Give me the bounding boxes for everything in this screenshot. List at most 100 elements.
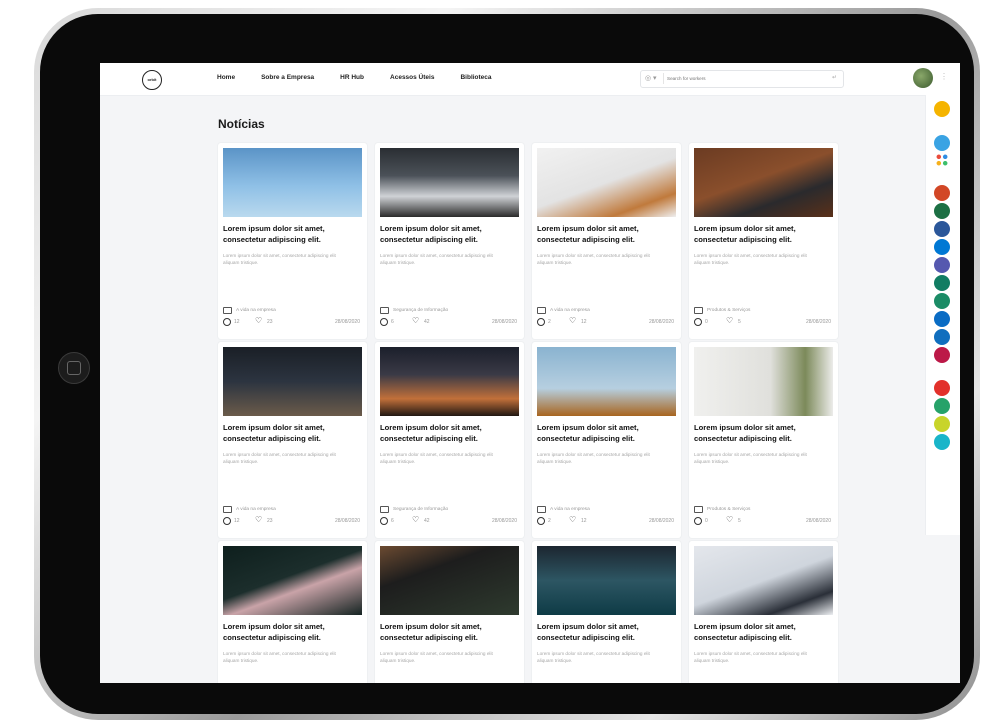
news-card-description: Lorem ipsum dolor sit amet, consectetur … — [694, 452, 807, 465]
laptop-keyboard-glow-photo[interactable] — [537, 546, 676, 615]
tag-icon — [223, 506, 232, 513]
comment-icon[interactable] — [380, 517, 388, 525]
news-card[interactable]: Lorem ipsum dolor sit amet, consectetur … — [375, 143, 524, 339]
news-card-title[interactable]: Lorem ipsum dolor sit amet, consectetur … — [537, 422, 679, 444]
sharepoint-icon[interactable] — [934, 293, 950, 309]
news-card-category[interactable]: Produtos & Serviços — [694, 506, 750, 513]
powerpoint-icon[interactable] — [934, 185, 950, 201]
news-card-title[interactable]: Lorem ipsum dolor sit amet, consectetur … — [694, 223, 836, 245]
news-card[interactable]: Lorem ipsum dolor sit amet, consectetur … — [218, 342, 367, 538]
comment-icon[interactable] — [694, 318, 702, 326]
onenote-exchange-icon[interactable] — [934, 275, 950, 291]
comment-icon[interactable] — [537, 517, 545, 525]
error-dialog-screen-photo[interactable] — [537, 347, 676, 416]
news-card-category[interactable]: A vida na empresa — [537, 506, 590, 513]
imac-desk-photo[interactable] — [380, 148, 519, 217]
nav-acessos-uteis[interactable]: Acessos Úteis — [390, 74, 434, 81]
outlook-icon[interactable] — [934, 239, 950, 255]
news-card[interactable]: Lorem ipsum dolor sit amet, consectetur … — [375, 342, 524, 538]
smile-icon[interactable] — [934, 416, 950, 432]
car-icon[interactable] — [934, 398, 950, 414]
comment-icon[interactable] — [694, 517, 702, 525]
news-card-title[interactable]: Lorem ipsum dolor sit amet, consectetur … — [380, 621, 522, 643]
news-card-meta: 0 ♡ 5 28/08/2020 — [694, 516, 833, 525]
globe-icon[interactable]: ◎ ▾ — [645, 74, 657, 82]
laptop-code-dark-photo[interactable] — [223, 347, 362, 416]
excel-icon[interactable] — [934, 203, 950, 219]
nav-hr-hub[interactable]: HR Hub — [340, 74, 364, 81]
news-card-category[interactable]: A vida na empresa — [223, 506, 276, 513]
food-icon[interactable] — [934, 380, 950, 396]
stream-icon[interactable] — [934, 347, 950, 363]
nav-sobre-a-empresa[interactable]: Sobre a Empresa — [261, 74, 314, 81]
comment-count: 0 — [705, 319, 708, 325]
home-button[interactable] — [58, 352, 90, 384]
leather-wallet-phone-photo[interactable] — [537, 148, 676, 217]
news-card[interactable]: Lorem ipsum dolor sit amet, consectetur … — [218, 143, 367, 339]
more-vertical-icon[interactable]: ⋮ — [940, 72, 948, 81]
news-card-category[interactable]: Segurança de Informação — [380, 307, 448, 314]
heart-icon[interactable]: ♡ — [726, 516, 733, 524]
teams-people-icon[interactable] — [934, 135, 950, 151]
heart-icon[interactable]: ♡ — [255, 516, 262, 524]
news-card[interactable]: Lorem ipsum dolor sit amet, consectetur … — [532, 143, 681, 339]
search-input[interactable] — [667, 73, 817, 84]
nav-biblioteca[interactable]: Biblioteca — [460, 74, 491, 81]
apps-grid-icon[interactable] — [934, 152, 950, 168]
heart-icon[interactable]: ♡ — [726, 317, 733, 325]
category-label: Produtos & Serviços — [707, 507, 751, 512]
news-card-title[interactable]: Lorem ipsum dolor sit amet, consectetur … — [694, 422, 836, 444]
news-card[interactable]: Lorem ipsum dolor sit amet, consectetur … — [532, 342, 681, 538]
news-card-meta: 2 ♡ 12 28/08/2020 — [537, 317, 676, 326]
post-date: 28/08/2020 — [648, 518, 674, 524]
news-card-category[interactable]: A vida na empresa — [223, 307, 276, 314]
heart-icon[interactable]: ♡ — [569, 516, 576, 524]
news-card-description: Lorem ipsum dolor sit amet, consectetur … — [537, 651, 650, 664]
comment-icon[interactable] — [380, 318, 388, 326]
yammer-icon[interactable] — [934, 329, 950, 345]
post-date: 28/08/2020 — [491, 518, 517, 524]
dark-rose-photo[interactable] — [223, 546, 362, 615]
teams-icon[interactable] — [934, 257, 950, 273]
news-card[interactable]: Lorem ipsum dolor sit amet, consectetur … — [218, 541, 367, 683]
comment-icon[interactable] — [537, 318, 545, 326]
comment-icon[interactable] — [223, 318, 231, 326]
news-card-category[interactable]: Segurança de Informação — [380, 506, 448, 513]
news-card-category[interactable]: Produtos & Serviços — [694, 307, 750, 314]
news-card[interactable]: Lorem ipsum dolor sit amet, consectetur … — [689, 541, 838, 683]
news-card-title[interactable]: Lorem ipsum dolor sit amet, consectetur … — [694, 621, 836, 643]
iphone-box-photo[interactable] — [694, 546, 833, 615]
news-card-title[interactable]: Lorem ipsum dolor sit amet, consectetur … — [223, 422, 365, 444]
brand-logo[interactable]: orbit — [142, 70, 162, 90]
comment-icon[interactable] — [223, 517, 231, 525]
heart-icon[interactable]: ♡ — [412, 317, 419, 325]
news-card[interactable]: Lorem ipsum dolor sit amet, consectetur … — [689, 143, 838, 339]
avatar[interactable] — [913, 68, 933, 88]
nav-home[interactable]: Home — [217, 74, 235, 81]
onedrive-icon[interactable] — [934, 311, 950, 327]
news-card-title[interactable]: Lorem ipsum dolor sit amet, consectetur … — [223, 621, 365, 643]
chat-icon[interactable] — [934, 434, 950, 450]
enter-icon[interactable]: ↵ — [832, 74, 837, 81]
heart-icon[interactable]: ♡ — [569, 317, 576, 325]
post-date: 28/08/2020 — [805, 518, 831, 524]
white-plant-photo[interactable] — [694, 347, 833, 416]
news-card-title[interactable]: Lorem ipsum dolor sit amet, consectetur … — [537, 621, 679, 643]
news-card-title[interactable]: Lorem ipsum dolor sit amet, consectetur … — [380, 422, 522, 444]
news-card-meta: 12 ♡ 23 28/08/2020 — [223, 317, 362, 326]
news-card[interactable]: Lorem ipsum dolor sit amet, consectetur … — [532, 541, 681, 683]
news-card[interactable]: Lorem ipsum dolor sit amet, consectetur … — [689, 342, 838, 538]
heart-icon[interactable]: ♡ — [255, 317, 262, 325]
favorites-icon[interactable] — [934, 101, 950, 117]
news-card-title[interactable]: Lorem ipsum dolor sit amet, consectetur … — [380, 223, 522, 245]
news-card-title[interactable]: Lorem ipsum dolor sit amet, consectetur … — [223, 223, 365, 245]
news-card-title[interactable]: Lorem ipsum dolor sit amet, consectetur … — [537, 223, 679, 245]
news-card[interactable]: Lorem ipsum dolor sit amet, consectetur … — [375, 541, 524, 683]
news-card-category[interactable]: A vida na empresa — [537, 307, 590, 314]
stock-app-phone-photo[interactable] — [380, 546, 519, 615]
laptop-watch-desk-photo[interactable] — [694, 148, 833, 217]
silhouette-camera-sunset-photo[interactable] — [380, 347, 519, 416]
word-icon[interactable] — [934, 221, 950, 237]
heart-icon[interactable]: ♡ — [412, 516, 419, 524]
telecom-tower-photo[interactable] — [223, 148, 362, 217]
